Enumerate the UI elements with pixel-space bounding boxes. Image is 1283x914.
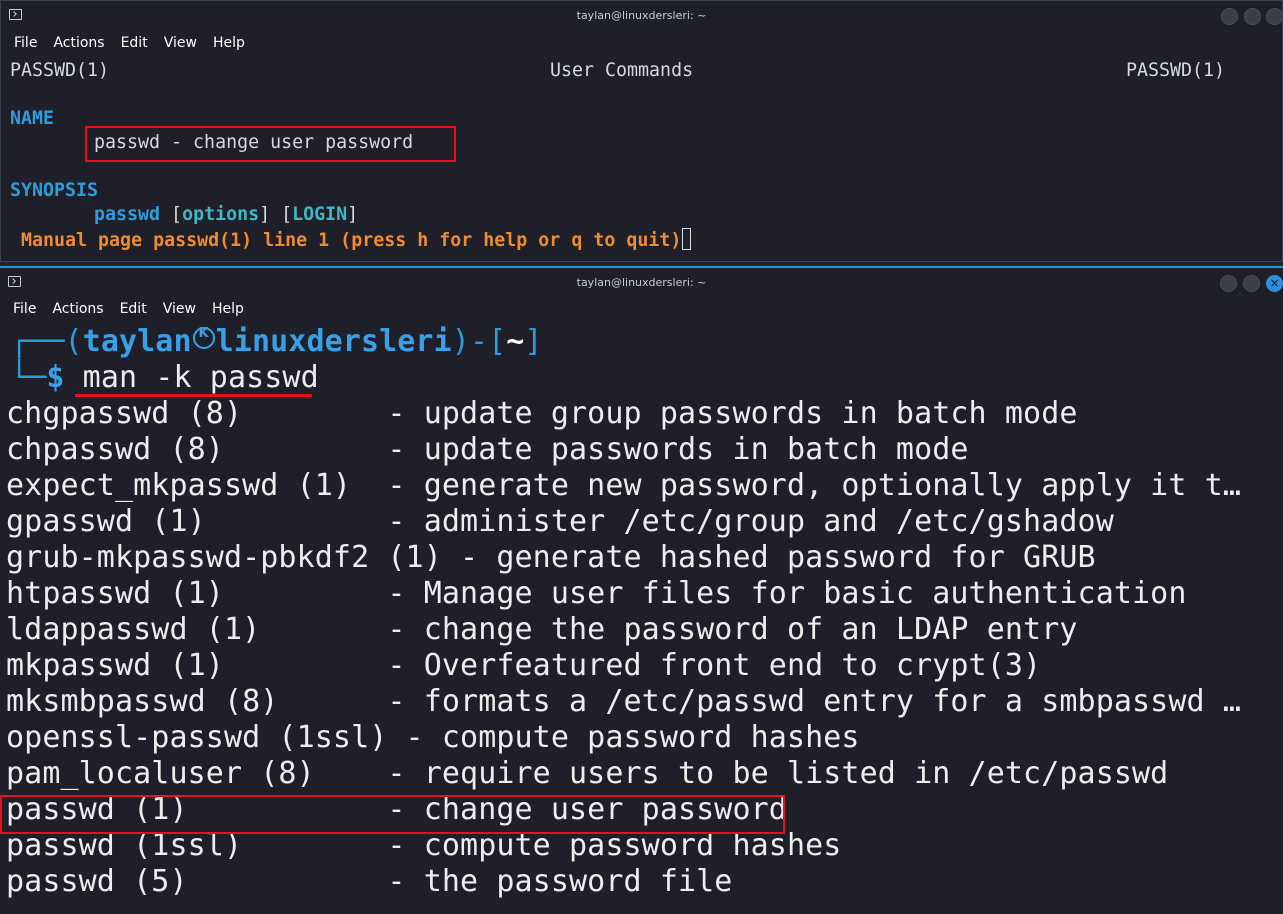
window-title: taylan@linuxdersleri: ~ [576,9,707,22]
menu-bar: File Actions Edit View Help [0,297,244,321]
menu-edit[interactable]: Edit [121,31,148,55]
synopsis-bracket-3: ] [347,204,359,225]
synopsis-line: passwd [options] [LOGIN] [94,204,358,225]
man-header-right: PASSWD(1) [1126,60,1226,81]
menu-actions[interactable]: Actions [53,31,104,55]
man-header-center: User Commands [550,60,694,81]
result-line: grub-mkpasswd-pbkdf2 (1) - generate hash… [6,540,1096,575]
menu-actions[interactable]: Actions [52,297,103,321]
pager-status-line: Manual page passwd(1) line 1 (press h fo… [10,228,692,251]
close-button[interactable]: × [1266,275,1283,292]
synopsis-bracket-1: [ [160,204,183,225]
menu-help[interactable]: Help [213,31,245,55]
title-bar[interactable]: taylan@linuxdersleri: ~ [1,1,1282,31]
menu-view[interactable]: View [163,297,196,321]
result-line: chgpasswd (8) - update group passwords i… [6,396,1078,431]
minimize-button[interactable] [1221,8,1238,25]
synopsis-login: LOGIN [292,204,348,225]
name-heading: NAME [10,108,55,129]
result-line: expect_mkpasswd (1) - generate new passw… [6,468,1241,503]
menu-bar: File Actions Edit View Help [1,31,245,55]
result-line: mksmbpasswd (8) - formats a /etc/passwd … [6,684,1241,719]
synopsis-bracket-2: ] [ [259,204,293,225]
title-bar[interactable]: taylan@linuxdersleri: ~ × [0,268,1283,298]
result-line: passwd (5) - the password file [6,864,733,899]
window-title: taylan@linuxdersleri: ~ [576,276,707,289]
result-line: openssl-passwd (1ssl) - compute password… [6,720,860,755]
kali-logo-icon [192,326,215,349]
maximize-button[interactable] [1243,275,1260,292]
result-line: chpasswd (8) - update passwords in batch… [6,432,969,467]
highlight-box-name [85,126,456,162]
maximize-button[interactable] [1244,8,1261,25]
result-line: htpasswd (1) - Manage user files for bas… [6,576,1187,611]
synopsis-options: options [182,204,260,225]
menu-file[interactable]: File [14,31,37,55]
highlight-box-passwd [0,795,785,834]
search-terminal-window: taylan@linuxdersleri: ~ × File Actions E… [0,266,1283,914]
prompt-line: ┌──(taylanlinuxdersleri)-[~] [10,324,543,359]
close-button[interactable] [1266,8,1282,25]
pager-status-text: Manual page passwd(1) line 1 (press h fo… [10,230,682,251]
command-text: man -k passwd [82,360,319,395]
prompt-host: linuxdersleri [215,324,452,359]
man-header-left: PASSWD(1) [10,60,110,81]
prompt-user: taylan [82,324,192,359]
text-cursor [682,228,692,250]
synopsis-heading: SYNOPSIS [10,180,99,201]
result-line: pam_localuser (8) - require users to be … [6,756,1169,791]
menu-help[interactable]: Help [212,297,244,321]
menu-view[interactable]: View [164,31,197,55]
result-line: gpasswd (1) - administer /etc/group and … [6,504,1114,539]
synopsis-command: passwd [94,204,161,225]
result-line: mkpasswd (1) - Overfeatured front end to… [6,648,1042,683]
man-terminal-window: taylan@linuxdersleri: ~ File Actions Edi… [0,0,1283,262]
menu-edit[interactable]: Edit [120,297,147,321]
menu-file[interactable]: File [13,297,36,321]
prompt-dir: ~ [506,324,525,359]
result-line: ldappasswd (1) - change the password of … [6,612,1078,647]
minimize-button[interactable] [1220,275,1237,292]
command-line: └─$ man -k passwd [10,360,319,395]
